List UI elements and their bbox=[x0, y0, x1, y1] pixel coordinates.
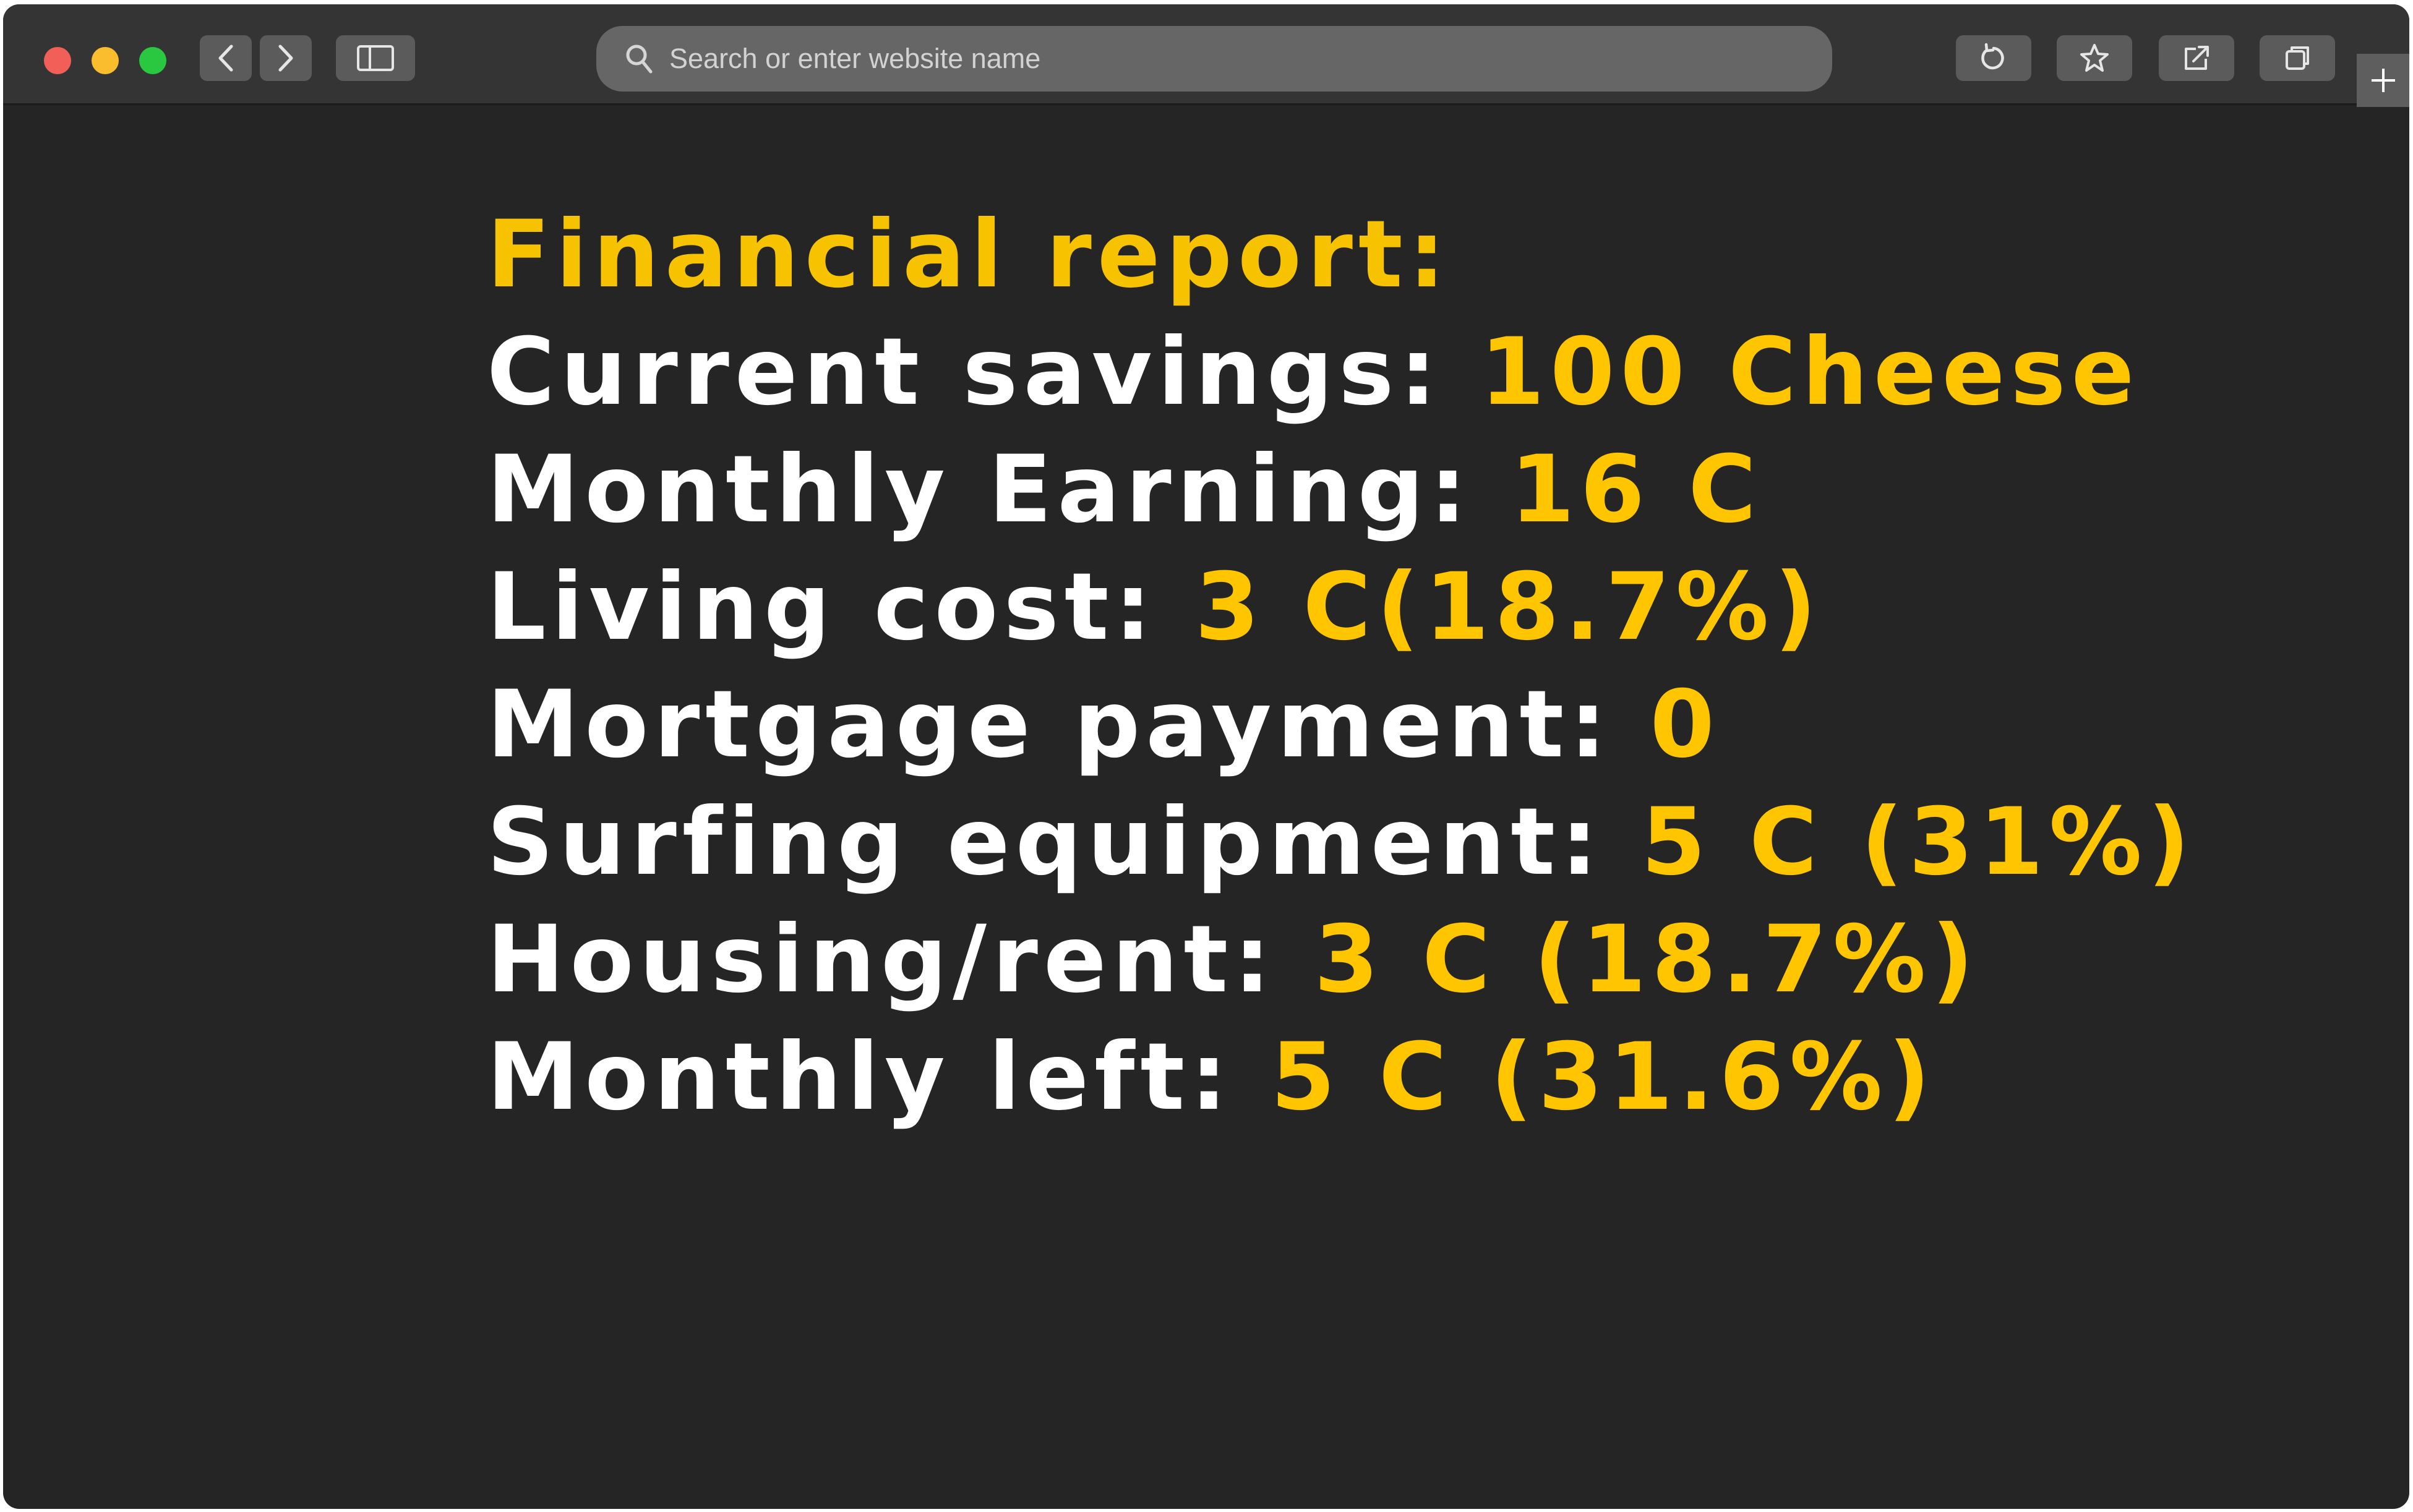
row-label: Housing/rent: bbox=[487, 906, 1277, 1014]
share-button[interactable] bbox=[2159, 35, 2234, 81]
minimize-window-button[interactable] bbox=[92, 47, 119, 74]
row-value: 0 bbox=[1650, 671, 1720, 779]
row-value: 3 C (18.7%) bbox=[1314, 906, 1979, 1014]
reload-icon bbox=[1981, 43, 2004, 70]
report-row-living-cost: Living cost: 3 C(18.7%) bbox=[487, 561, 2195, 678]
address-bar[interactable] bbox=[596, 26, 1832, 92]
browser-toolbar bbox=[3, 4, 2409, 105]
row-label: Current savings: bbox=[487, 318, 1442, 426]
share-icon bbox=[2185, 46, 2209, 70]
search-icon bbox=[626, 45, 653, 74]
search-input[interactable] bbox=[669, 34, 1832, 83]
tab-overview-button[interactable] bbox=[2260, 35, 2335, 81]
report-row-monthly-earning: Monthly Earning: 16 C bbox=[487, 443, 2195, 561]
chevron-right-icon bbox=[278, 45, 293, 72]
maximize-window-button[interactable] bbox=[139, 47, 166, 74]
new-tab-button[interactable] bbox=[2357, 54, 2409, 107]
back-button[interactable] bbox=[200, 35, 252, 81]
row-value: 5 C (31.6%) bbox=[1271, 1023, 1936, 1131]
row-label: Mortgage payment: bbox=[487, 671, 1613, 779]
row-label: Living cost: bbox=[487, 553, 1157, 661]
forward-button[interactable] bbox=[260, 35, 312, 81]
star-icon bbox=[2080, 44, 2109, 72]
row-value: 5 C (31%) bbox=[1641, 788, 2196, 896]
report-row-monthly-left: Monthly left: 5 C (31.6%) bbox=[487, 1031, 2195, 1148]
row-label: Monthly Earning: bbox=[487, 436, 1473, 544]
reload-button[interactable] bbox=[1956, 35, 2031, 81]
report-row-current-savings: Current savings: 100 Cheese bbox=[487, 326, 2195, 443]
row-label: Monthly left: bbox=[487, 1023, 1233, 1131]
row-value: 100 Cheese bbox=[1480, 318, 2140, 426]
bookmark-button[interactable] bbox=[2057, 35, 2132, 81]
plus-icon bbox=[2371, 69, 2395, 92]
tabs-icon bbox=[2286, 46, 2309, 70]
report-row-surfing-equipment: Surfing equipment: 5 C (31%) bbox=[487, 796, 2195, 913]
report-title: Financial report: bbox=[487, 201, 1451, 309]
financial-report: Financial report: Current savings: 100 C… bbox=[487, 208, 2195, 1148]
row-value: 16 C bbox=[1510, 436, 1762, 544]
row-label: Surfing equipment: bbox=[487, 788, 1604, 896]
report-row-housing-rent: Housing/rent: 3 C (18.7%) bbox=[487, 913, 2195, 1031]
browser-window: Financial report: Current savings: 100 C… bbox=[3, 4, 2409, 1509]
close-window-button[interactable] bbox=[44, 47, 71, 74]
row-value: 3 C(18.7%) bbox=[1194, 553, 1822, 661]
sidebar-toggle-button[interactable] bbox=[336, 35, 415, 81]
chevron-left-icon bbox=[218, 45, 233, 72]
report-row-mortgage-payment: Mortgage payment: 0 bbox=[487, 678, 2195, 796]
sidebar-icon bbox=[357, 45, 394, 71]
